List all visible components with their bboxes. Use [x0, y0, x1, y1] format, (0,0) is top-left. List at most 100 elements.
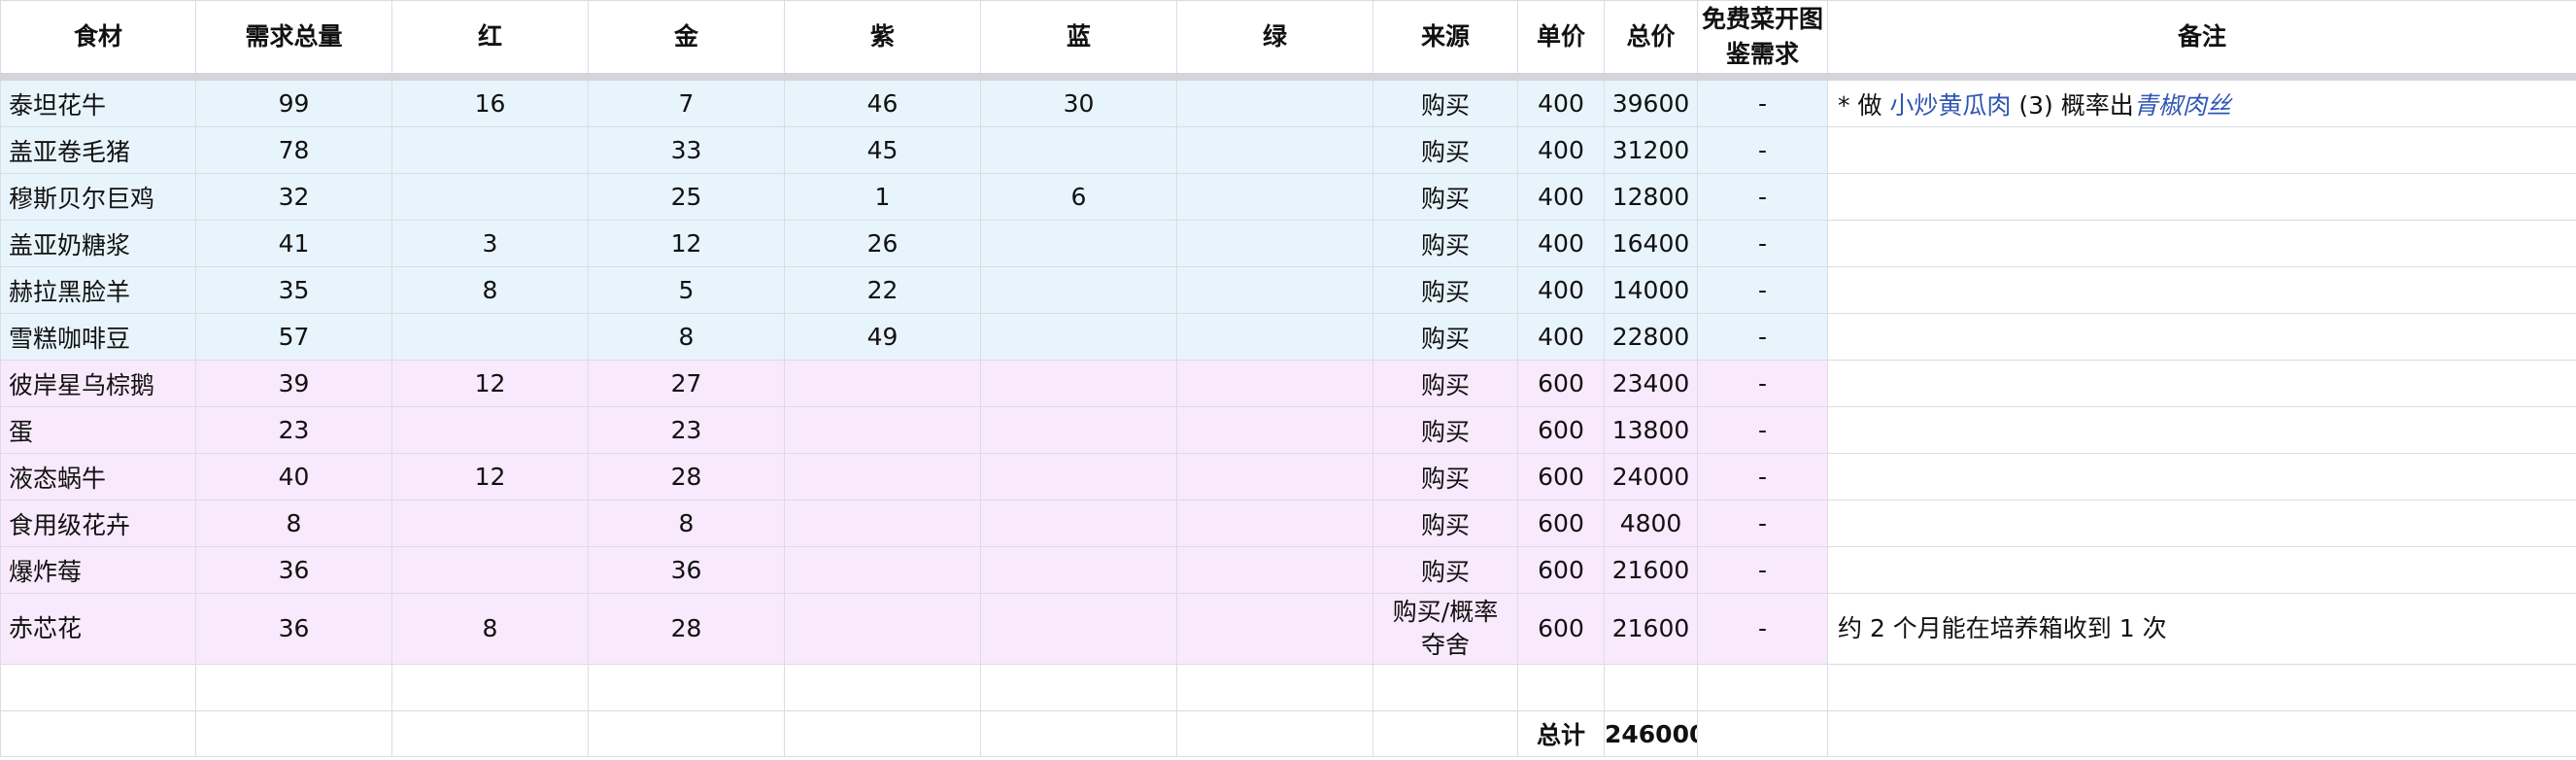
cell-blue[interactable]: 6 — [980, 173, 1177, 221]
cell-total[interactable]: 23 — [195, 406, 392, 454]
empty-cell[interactable] — [1604, 664, 1698, 711]
cell-blue[interactable] — [980, 453, 1177, 501]
cell-red[interactable] — [391, 313, 589, 361]
header-total-price[interactable]: 总价 — [1604, 0, 1698, 78]
cell-green[interactable] — [1176, 453, 1373, 501]
cell-source[interactable]: 购买 — [1373, 126, 1518, 174]
cell-total[interactable]: 35 — [195, 266, 392, 314]
empty-cell[interactable] — [784, 664, 981, 711]
cell-note[interactable] — [1827, 173, 2576, 221]
cell-gold[interactable]: 5 — [588, 266, 785, 314]
cell-green[interactable] — [1176, 76, 1373, 127]
header-ingredient[interactable]: 食材 — [0, 0, 196, 78]
cell-total[interactable]: 39 — [195, 360, 392, 407]
cell-gold[interactable]: 7 — [588, 76, 785, 127]
cell-sum[interactable]: 24000 — [1604, 453, 1698, 501]
empty-cell[interactable] — [588, 664, 785, 711]
cell-name[interactable]: 食用级花卉 — [0, 500, 196, 547]
cell-green[interactable] — [1176, 126, 1373, 174]
cell-source[interactable]: 购买/概率夺舍 — [1373, 593, 1518, 665]
cell-name[interactable]: 彼岸星乌棕鹅 — [0, 360, 196, 407]
empty-cell[interactable] — [0, 710, 196, 757]
cell-name[interactable]: 赫拉黑脸羊 — [0, 266, 196, 314]
cell-red[interactable]: 3 — [391, 220, 589, 267]
cell-name[interactable]: 雪糕咖啡豆 — [0, 313, 196, 361]
cell-red[interactable] — [391, 546, 589, 594]
empty-cell[interactable] — [1827, 664, 2576, 711]
cell-note[interactable] — [1827, 126, 2576, 174]
header-gold[interactable]: 金 — [588, 0, 785, 78]
cell-total[interactable]: 99 — [195, 76, 392, 127]
cell-red[interactable]: 8 — [391, 266, 589, 314]
cell-sum[interactable]: 23400 — [1604, 360, 1698, 407]
cell-green[interactable] — [1176, 500, 1373, 547]
cell-free[interactable]: - — [1697, 126, 1828, 174]
cell-name[interactable]: 盖亚卷毛猪 — [0, 126, 196, 174]
cell-gold[interactable]: 28 — [588, 593, 785, 665]
empty-cell[interactable] — [1176, 664, 1373, 711]
cell-total[interactable]: 41 — [195, 220, 392, 267]
cell-sum[interactable]: 21600 — [1604, 593, 1698, 665]
cell-price[interactable]: 600 — [1517, 593, 1605, 665]
cell-price[interactable]: 400 — [1517, 313, 1605, 361]
cell-free[interactable]: - — [1697, 546, 1828, 594]
cell-red[interactable] — [391, 126, 589, 174]
cell-purple[interactable] — [784, 406, 981, 454]
cell-red[interactable] — [391, 406, 589, 454]
cell-gold[interactable]: 27 — [588, 360, 785, 407]
cell-gold[interactable]: 8 — [588, 500, 785, 547]
cell-gold[interactable]: 25 — [588, 173, 785, 221]
cell-source[interactable]: 购买 — [1373, 500, 1518, 547]
cell-note[interactable] — [1827, 313, 2576, 361]
cell-sum[interactable]: 22800 — [1604, 313, 1698, 361]
cell-green[interactable] — [1176, 266, 1373, 314]
empty-cell[interactable] — [1373, 710, 1518, 757]
total-value[interactable]: 246000 — [1604, 710, 1698, 757]
cell-total[interactable]: 40 — [195, 453, 392, 501]
header-blue[interactable]: 蓝 — [980, 0, 1177, 78]
empty-cell[interactable] — [1517, 664, 1605, 711]
cell-purple[interactable] — [784, 500, 981, 547]
cell-red[interactable]: 8 — [391, 593, 589, 665]
cell-note[interactable] — [1827, 360, 2576, 407]
cell-sum[interactable]: 21600 — [1604, 546, 1698, 594]
cell-source[interactable]: 购买 — [1373, 453, 1518, 501]
cell-source[interactable]: 购买 — [1373, 313, 1518, 361]
recipe-link[interactable]: 小炒黄瓜肉 — [1889, 91, 2011, 120]
cell-free[interactable]: - — [1697, 453, 1828, 501]
empty-cell[interactable] — [1827, 710, 2576, 757]
cell-price[interactable]: 600 — [1517, 406, 1605, 454]
cell-source[interactable]: 购买 — [1373, 220, 1518, 267]
cell-free[interactable]: - — [1697, 220, 1828, 267]
cell-price[interactable]: 600 — [1517, 360, 1605, 407]
cell-red[interactable] — [391, 173, 589, 221]
cell-free[interactable]: - — [1697, 500, 1828, 547]
cell-blue[interactable] — [980, 500, 1177, 547]
empty-cell[interactable] — [1697, 664, 1828, 711]
cell-free[interactable]: - — [1697, 313, 1828, 361]
cell-free[interactable]: - — [1697, 173, 1828, 221]
cell-green[interactable] — [1176, 313, 1373, 361]
cell-name[interactable]: 泰坦花牛 — [0, 76, 196, 127]
cell-free[interactable]: - — [1697, 266, 1828, 314]
cell-green[interactable] — [1176, 173, 1373, 221]
cell-source[interactable]: 购买 — [1373, 406, 1518, 454]
cell-source[interactable]: 购买 — [1373, 360, 1518, 407]
cell-note[interactable] — [1827, 500, 2576, 547]
cell-source[interactable]: 购买 — [1373, 546, 1518, 594]
cell-sum[interactable]: 31200 — [1604, 126, 1698, 174]
cell-total[interactable]: 57 — [195, 313, 392, 361]
cell-sum[interactable]: 13800 — [1604, 406, 1698, 454]
cell-free[interactable]: - — [1697, 593, 1828, 665]
empty-cell[interactable] — [0, 664, 196, 711]
cell-purple[interactable]: 1 — [784, 173, 981, 221]
cell-green[interactable] — [1176, 360, 1373, 407]
cell-purple[interactable] — [784, 546, 981, 594]
cell-price[interactable]: 400 — [1517, 76, 1605, 127]
cell-source[interactable]: 购买 — [1373, 76, 1518, 127]
cell-green[interactable] — [1176, 593, 1373, 665]
cell-purple[interactable]: 26 — [784, 220, 981, 267]
empty-cell[interactable] — [391, 664, 589, 711]
cell-name[interactable]: 爆炸莓 — [0, 546, 196, 594]
cell-sum[interactable]: 4800 — [1604, 500, 1698, 547]
